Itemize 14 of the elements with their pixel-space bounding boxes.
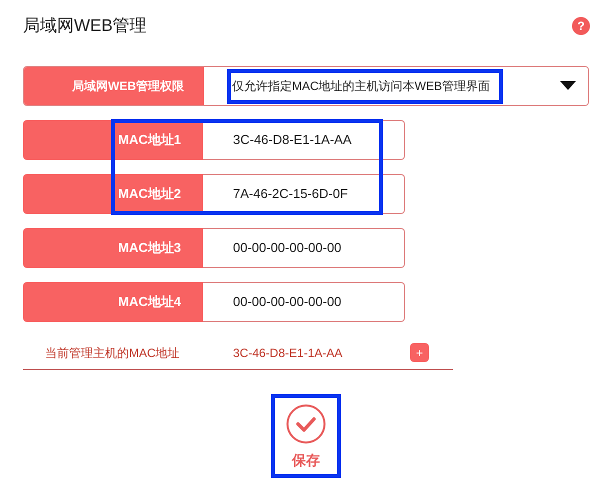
field-label: MAC地址2: [118, 185, 181, 204]
field-label: MAC地址4: [118, 293, 181, 312]
mac-input[interactable]: 3C-46-D8-E1-1A-AA: [203, 120, 405, 160]
page-title: 局域网WEB管理: [23, 15, 147, 38]
mac-input[interactable]: 00-00-00-00-00-00: [203, 282, 405, 322]
mac-input[interactable]: 00-00-00-00-00-00: [203, 228, 405, 268]
dropdown-caret-icon: [560, 81, 576, 91]
field-label: 局域网WEB管理权限: [72, 78, 184, 95]
field-label: MAC地址1: [118, 131, 181, 150]
mac-input[interactable]: 7A-46-2C-15-6D-0F: [203, 174, 405, 214]
current-host-label: 当前管理主机的MAC地址: [45, 344, 181, 362]
field-label: MAC地址3: [118, 239, 181, 258]
checkmark-circle-icon: [286, 404, 326, 444]
current-host-mac: 3C-46-D8-E1-1A-AA: [233, 344, 344, 362]
